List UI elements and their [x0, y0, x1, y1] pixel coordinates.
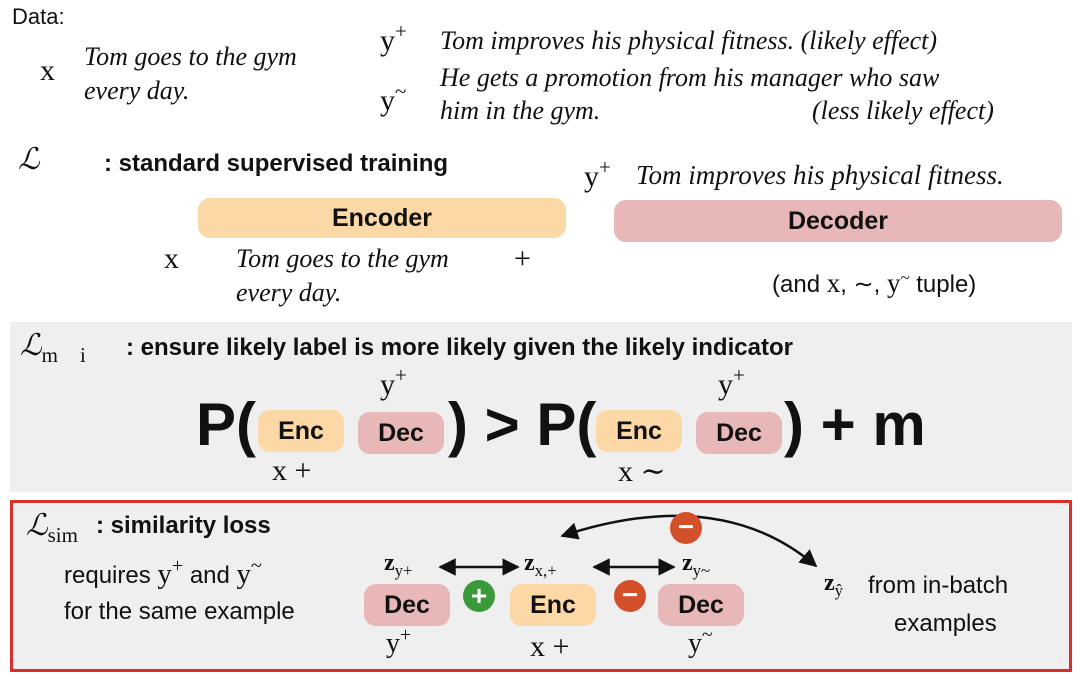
from-inbatch-line2: examples: [894, 610, 997, 637]
sim-enc-mid: Enc: [510, 584, 596, 626]
under-left: y+: [386, 625, 412, 659]
plus-circle-icon: +: [463, 580, 495, 612]
under-mid: x +: [530, 630, 570, 663]
under-right: y~: [688, 625, 713, 659]
sim-dec-left: Dec: [364, 584, 450, 626]
sim-dec-right: Dec: [658, 584, 744, 626]
from-inbatch-line1: from in-batch: [868, 572, 1009, 599]
minus-circle-top-icon: −: [670, 512, 702, 544]
minus-circle-icon: −: [614, 580, 646, 612]
